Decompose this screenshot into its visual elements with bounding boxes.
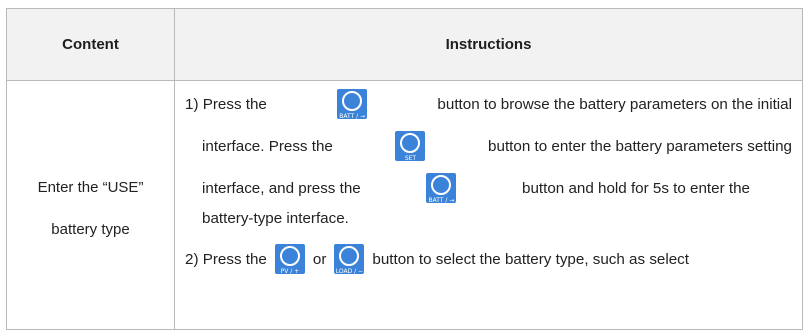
table-header-row: Content Instructions	[6, 8, 803, 81]
batt-button-label-2: BATT / →	[428, 197, 455, 204]
set-button-label: SET	[404, 155, 417, 162]
instructions-table: Content Instructions Enter the “USE” bat…	[6, 8, 803, 330]
step2-text-or: or	[312, 250, 327, 268]
content-line-2: battery type	[51, 221, 130, 238]
step1-text-f: button and hold for 5s to enter the	[522, 179, 750, 197]
step1-text-b: button to browse the battery parameters …	[437, 95, 792, 113]
step2-text-b: button to select the battery type, such …	[372, 250, 689, 268]
step1-line2: interface. Press the SET button to enter…	[185, 125, 792, 167]
step1-text-a: 1) Press the	[185, 95, 267, 113]
step1-line3: interface, and press the BATT / → button…	[185, 167, 792, 209]
step1-text-e: interface, and press the	[202, 179, 361, 197]
step1-text-d: button to enter the battery parameters s…	[488, 137, 792, 155]
set-button-icon: SET	[395, 129, 426, 163]
step2-line1: 2) Press the PV / + or LOAD / − button t…	[185, 239, 792, 279]
step1-line1: 1) Press the BATT / → button to browse t…	[185, 83, 792, 125]
pv-plus-button-icon: PV / +	[274, 242, 305, 276]
step1-text-c: interface. Press the	[202, 137, 333, 155]
table-row: Enter the “USE” battery type 1) Press th…	[6, 80, 803, 330]
pv-button-label: PV / +	[280, 268, 300, 275]
batt-button-icon: BATT / →	[337, 87, 368, 121]
load-button-label: LOAD / −	[335, 268, 364, 275]
step1-text-g: battery-type interface.	[202, 209, 349, 227]
step2-text-a: 2) Press the	[185, 250, 267, 268]
instructions-cell: 1) Press the BATT / → button to browse t…	[174, 80, 803, 330]
header-content: Content	[6, 8, 175, 81]
content-cell: Enter the “USE” battery type	[6, 80, 175, 330]
batt-button-icon-2: BATT / →	[426, 171, 457, 205]
load-minus-button-icon: LOAD / −	[334, 242, 365, 276]
content-line-1: Enter the “USE”	[37, 179, 144, 196]
batt-button-label: BATT / →	[339, 113, 366, 120]
header-instructions: Instructions	[174, 8, 803, 81]
step1-line4: battery-type interface.	[185, 205, 792, 231]
